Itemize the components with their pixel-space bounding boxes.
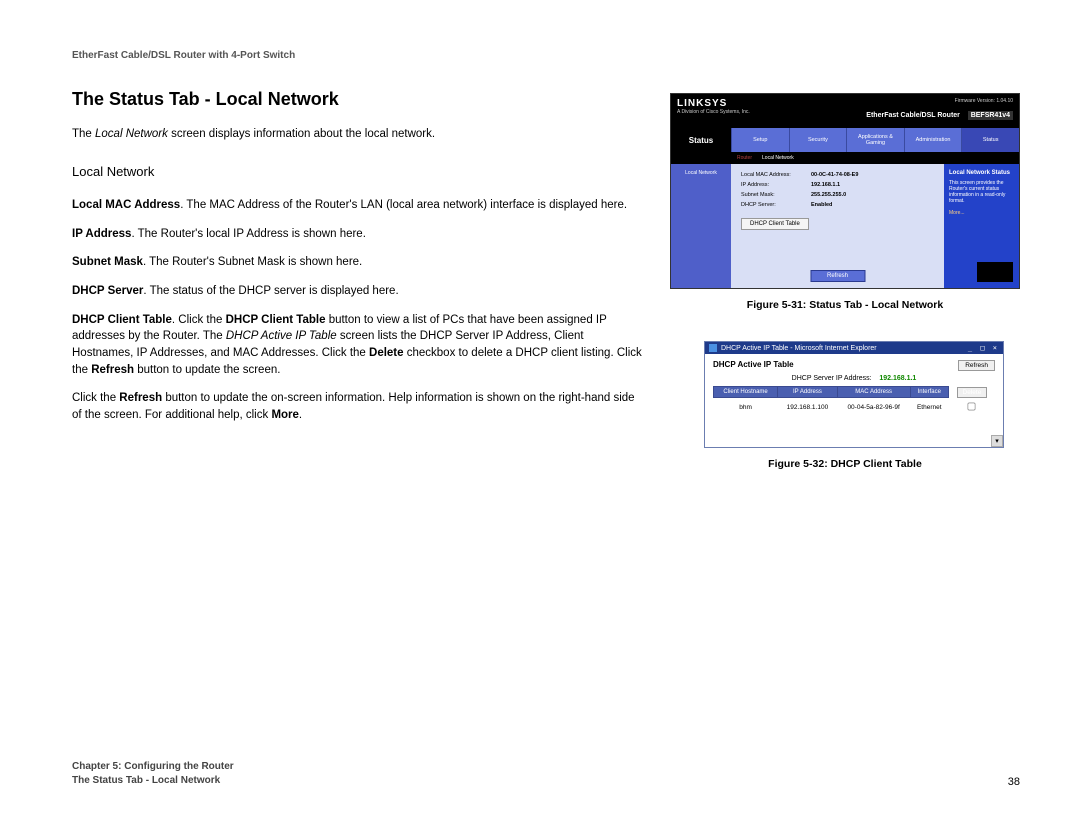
intro-text-post: screen displays information about the lo…: [168, 128, 435, 140]
cisco-logo: [977, 262, 1013, 282]
help-text: This screen provides the Router's curren…: [949, 180, 1014, 204]
paragraph-mac: Local MAC Address. The MAC Address of th…: [72, 197, 642, 214]
val-ip: 192.168.1.1: [811, 182, 840, 188]
brand-subtitle: A Division of Cisco Systems, Inc.: [677, 109, 750, 115]
intro-text: The: [72, 128, 95, 140]
tab-security[interactable]: Security: [789, 128, 847, 152]
panel-sidebar: Local Network: [671, 164, 731, 288]
footer-section: The Status Tab - Local Network: [72, 774, 234, 788]
figure2-caption: Figure 5-32: DHCP Client Table: [670, 458, 1020, 470]
model-text: EtherFast Cable/DSL Router: [866, 112, 960, 119]
bold-table-btn: DHCP Client Table: [226, 314, 326, 326]
bold-refresh: Refresh: [91, 364, 134, 376]
desc-ip: . The Router's local IP Address is shown…: [131, 228, 365, 240]
server-ip-line: DHCP Server IP Address: 192.168.1.1: [713, 375, 995, 382]
desc-subnet: . The Router's Subnet Mask is shown here…: [143, 256, 362, 268]
cell-host: bhm: [714, 398, 778, 417]
label-mac: Local MAC Address: [72, 199, 180, 211]
paragraph-table: DHCP Client Table. Click the DHCP Client…: [72, 312, 642, 379]
tab-setup[interactable]: Setup: [731, 128, 789, 152]
nav-tabs: Setup Security Applications & Gaming Adm…: [731, 128, 1019, 152]
text-column: The Status Tab - Local Network The Local…: [72, 89, 642, 500]
window-buttons[interactable]: _ □ ×: [968, 344, 999, 352]
bold-refresh2: Refresh: [119, 392, 162, 404]
router-header: LINKSYS A Division of Cisco Systems, Inc…: [671, 94, 1019, 128]
col-interface: Interface: [910, 387, 948, 398]
col-mac: MAC Address: [837, 387, 910, 398]
scroll-corner[interactable]: ▾: [991, 435, 1003, 447]
cell-iface: Ethernet: [910, 398, 948, 417]
product-header: EtherFast Cable/DSL Router with 4-Port S…: [72, 50, 1020, 61]
lbl-mac: Local MAC Address:: [741, 172, 811, 178]
val-mac: 00-0C-41-74-08-E9: [811, 172, 858, 178]
table-refresh-button[interactable]: Refresh: [958, 360, 995, 371]
desc-dhcp: . The status of the DHCP server is displ…: [143, 285, 398, 297]
cell-mac: 00-04-5a-82-96-9f: [837, 398, 910, 417]
val-dhcp: Enabled: [811, 202, 832, 208]
intro-paragraph: The Local Network screen displays inform…: [72, 126, 642, 142]
help-title: Local Network Status: [949, 170, 1014, 176]
table-heading: DHCP Active IP Table: [713, 360, 995, 369]
bold-delete: Delete: [369, 347, 404, 359]
val-subnet: 255.255.255.0: [811, 192, 846, 198]
cell-checkbox[interactable]: [948, 398, 995, 417]
table-row: bhm 192.168.1.100 00-04-5a-82-96-9f Ethe…: [714, 398, 996, 417]
col-ip: IP Address: [778, 387, 837, 398]
model-name: EtherFast Cable/DSL Router BEFSR41v4: [866, 112, 1013, 119]
window-titlebar: DHCP Active IP Table - Microsoft Interne…: [705, 342, 1003, 354]
cell-ip: 192.168.1.100: [778, 398, 837, 417]
col-hostname: Client Hostname: [714, 387, 778, 398]
label-subnet: Subnet Mask: [72, 256, 143, 268]
intro-emphasis: Local Network: [95, 128, 168, 140]
figure-status-tab: LINKSYS A Division of Cisco Systems, Inc…: [670, 93, 1020, 289]
paragraph-subnet: Subnet Mask. The Router's Subnet Mask is…: [72, 254, 642, 271]
tab-status[interactable]: Status: [961, 128, 1019, 152]
nav-section-label: Status: [671, 128, 731, 152]
dhcp-client-table-button[interactable]: DHCP Client Table: [741, 218, 809, 230]
delete-button[interactable]: Delete: [957, 387, 988, 398]
section-heading: Local Network: [72, 164, 642, 179]
footer-chapter: Chapter 5: Configuring the Router: [72, 760, 234, 774]
figure-dhcp-table: DHCP Active IP Table - Microsoft Interne…: [704, 341, 1004, 448]
window-title: DHCP Active IP Table - Microsoft Interne…: [721, 345, 877, 352]
server-ip-label: DHCP Server IP Address:: [792, 375, 872, 382]
subnav-router[interactable]: Router: [737, 155, 752, 161]
page-footer: Chapter 5: Configuring the Router The St…: [72, 760, 1020, 788]
figure-column: LINKSYS A Division of Cisco Systems, Inc…: [670, 89, 1020, 500]
t5: button to update the screen.: [134, 364, 280, 376]
router-subnav: Router Local Network: [671, 152, 1019, 164]
router-nav: Status Setup Security Applications & Gam…: [671, 128, 1019, 152]
figure1-caption: Figure 5-31: Status Tab - Local Network: [670, 299, 1020, 311]
refresh-button[interactable]: Refresh: [810, 270, 865, 282]
bold-more: More: [271, 409, 298, 421]
page-number: 38: [1008, 776, 1020, 788]
paragraph-ip: IP Address. The Router's local IP Addres…: [72, 226, 642, 243]
t1: . Click the: [172, 314, 226, 326]
desc-mac: . The MAC Address of the Router's LAN (l…: [180, 199, 627, 211]
label-table: DHCP Client Table: [72, 314, 172, 326]
model-code: BEFSR41v4: [968, 111, 1013, 120]
label-ip: IP Address: [72, 228, 131, 240]
tab-admin[interactable]: Administration: [904, 128, 962, 152]
h1c: .: [299, 409, 302, 421]
lbl-dhcp: DHCP Server:: [741, 202, 811, 208]
dhcp-table: Client Hostname IP Address MAC Address I…: [713, 386, 995, 417]
page-title: The Status Tab - Local Network: [72, 89, 642, 110]
tab-apps-gaming[interactable]: Applications & Gaming: [846, 128, 904, 152]
info-panel: Local MAC Address:00-0C-41-74-08-E9 IP A…: [731, 164, 944, 288]
paragraph-dhcp: DHCP Server. The status of the DHCP serv…: [72, 283, 642, 300]
brand-logo: LINKSYS: [677, 98, 727, 109]
ie-icon: [709, 344, 717, 352]
paragraph-help: Click the Refresh button to update the o…: [72, 390, 642, 423]
h1a: Click the: [72, 392, 119, 404]
firmware-version: Firmware Version: 1.04.10: [955, 98, 1013, 104]
lbl-ip: IP Address:: [741, 182, 811, 188]
lbl-subnet: Subnet Mask:: [741, 192, 811, 198]
more-link[interactable]: More...: [949, 210, 1014, 216]
label-dhcp: DHCP Server: [72, 285, 143, 297]
subnav-local-network[interactable]: Local Network: [762, 155, 794, 161]
em-active-table: DHCP Active IP Table: [226, 330, 337, 342]
server-ip-value: 192.168.1.1: [879, 375, 916, 382]
